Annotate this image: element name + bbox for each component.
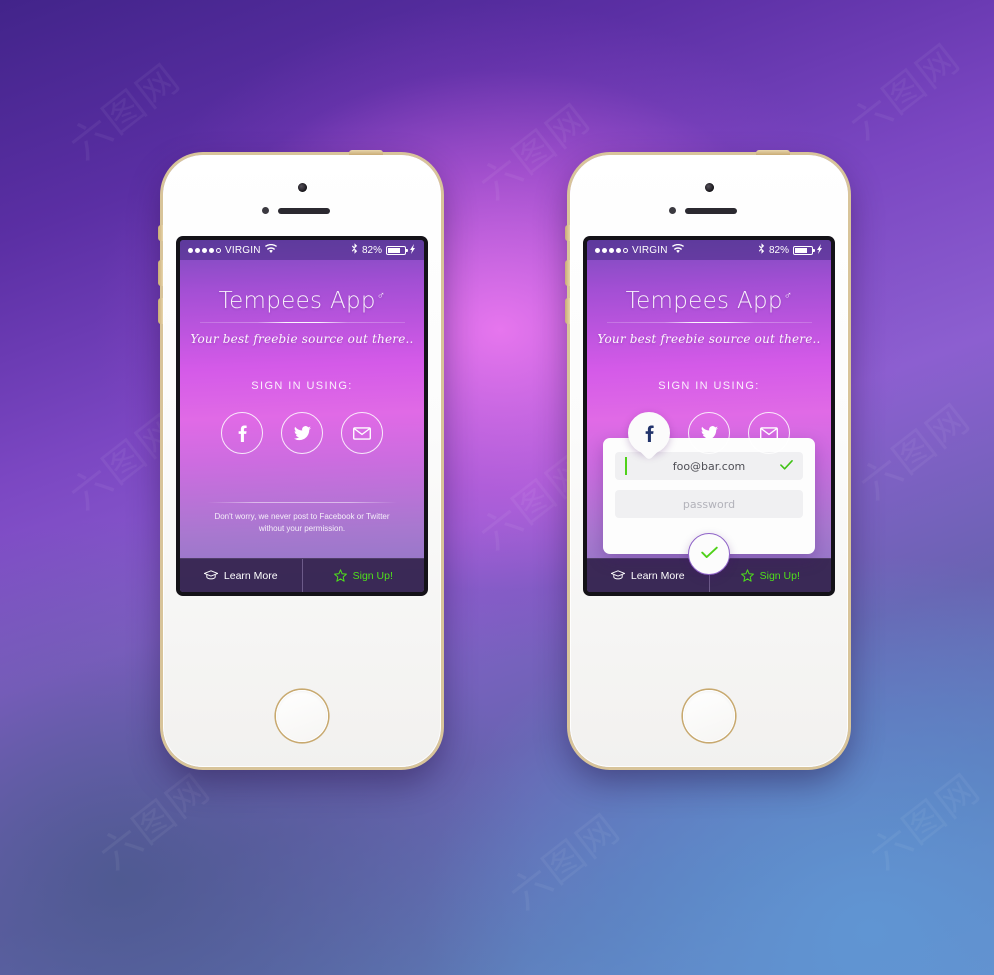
volume-up-button[interactable]: [158, 260, 163, 286]
volume-up-button[interactable]: [565, 260, 570, 286]
earpiece-speaker-icon: [278, 208, 330, 214]
signal-strength-icon: [188, 247, 221, 253]
graduation-cap-icon: [610, 570, 625, 581]
phone-device-right: VIRGIN 82% Tempees App♂ Your best freebi…: [565, 150, 848, 767]
sign-up-label: Sign Up!: [759, 569, 800, 582]
watermark: 六图网: [841, 35, 970, 150]
watermark: 六图网: [851, 395, 980, 510]
star-icon: [740, 569, 754, 582]
star-icon: [333, 569, 347, 582]
signin-screen-body: Tempees App♂ Your best freebie source ou…: [587, 260, 831, 575]
battery-percent-label: 82%: [768, 244, 789, 256]
phone-screen-left: VIRGIN 82% Tempees App♂ Your best freebi…: [180, 240, 424, 592]
app-title-superscript: ♂: [376, 289, 386, 303]
app-title-text: Tempees App: [625, 288, 783, 314]
title-divider: [199, 322, 405, 323]
disclaimer-line-2: without your permission.: [258, 524, 346, 533]
front-camera-icon: [704, 183, 714, 192]
silent-switch[interactable]: [565, 225, 570, 241]
social-login-row: [221, 412, 383, 454]
silent-switch[interactable]: [158, 225, 163, 241]
app-title-text: Tempees App: [218, 288, 376, 314]
watermark: 六图网: [61, 55, 190, 170]
battery-icon: [386, 245, 408, 255]
disclaimer-line-1: Don't worry, we never post to Facebook o…: [214, 512, 390, 521]
bluetooth-icon: [351, 243, 358, 257]
facebook-icon: [238, 424, 247, 442]
signin-screen-body: Tempees App♂ Your best freebie source ou…: [180, 260, 424, 558]
disclaimer-text: Don't worry, we never post to Facebook o…: [207, 511, 397, 535]
password-field-placeholder: password: [682, 497, 736, 511]
disclaimer-block: Don't worry, we never post to Facebook o…: [180, 502, 424, 535]
lightning-bolt-icon: [817, 243, 823, 257]
battery-icon: [793, 245, 815, 255]
signin-label: SIGN IN USING:: [251, 380, 353, 392]
status-bar: VIRGIN 82%: [180, 240, 424, 260]
carrier-label: VIRGIN: [225, 244, 261, 256]
status-bar: VIRGIN 82%: [587, 240, 831, 260]
app-title-superscript: ♂: [783, 289, 793, 303]
email-login-button[interactable]: [341, 412, 383, 454]
page-title: Tempees App♂: [219, 288, 386, 314]
phone-device-left: VIRGIN 82% Tempees App♂ Your best freebi…: [158, 150, 441, 767]
disclaimer-divider: [207, 502, 397, 503]
sign-up-tab[interactable]: Sign Up!: [301, 559, 425, 592]
phone-screen-right: VIRGIN 82% Tempees App♂ Your best freebi…: [587, 240, 831, 592]
email-login-button[interactable]: [748, 412, 790, 454]
bottom-tab-bar: Learn More Sign Up!: [180, 558, 424, 592]
wifi-icon: [671, 243, 684, 257]
power-button[interactable]: [349, 150, 383, 155]
check-icon: [780, 460, 793, 473]
proximity-sensor-icon: [262, 207, 269, 214]
earpiece-speaker-icon: [685, 208, 737, 214]
lightning-bolt-icon: [410, 243, 416, 257]
page-title: Tempees App♂: [626, 288, 793, 314]
password-field[interactable]: password: [615, 490, 803, 518]
learn-more-tab[interactable]: Learn More: [180, 559, 302, 592]
graduation-cap-icon: [203, 570, 218, 581]
learn-more-label: Learn More: [630, 569, 685, 582]
volume-down-button[interactable]: [565, 298, 570, 324]
front-camera-icon: [297, 183, 307, 192]
watermark: 六图网: [501, 805, 630, 920]
envelope-icon: [760, 426, 778, 440]
wifi-icon: [264, 243, 277, 257]
facebook-icon: [645, 424, 654, 442]
power-button[interactable]: [756, 150, 790, 155]
app-tagline: Your best freebie source out there..: [597, 332, 821, 346]
proximity-sensor-icon: [669, 207, 676, 214]
app-tagline: Your best freebie source out there..: [190, 332, 414, 346]
title-divider: [606, 322, 812, 323]
twitter-icon: [293, 425, 311, 441]
signal-strength-icon: [595, 247, 628, 253]
twitter-login-button[interactable]: [281, 412, 323, 454]
carrier-label: VIRGIN: [632, 244, 668, 256]
learn-more-label: Learn More: [223, 569, 278, 582]
volume-down-button[interactable]: [158, 298, 163, 324]
email-field[interactable]: foo@bar.com: [615, 452, 803, 480]
bluetooth-icon: [758, 243, 765, 257]
twitter-icon: [700, 425, 718, 441]
battery-percent-label: 82%: [361, 244, 382, 256]
twitter-login-button[interactable]: [688, 412, 730, 454]
watermark: 六图网: [861, 765, 990, 880]
home-button[interactable]: [276, 690, 328, 742]
background-stage: 六图网 六图网 六图网 六图网 六图网 六图网 六图网 六图网 六图网 VIRG…: [0, 0, 994, 975]
facebook-login-button[interactable]: [628, 412, 670, 454]
home-button[interactable]: [683, 690, 735, 742]
login-form-card: foo@bar.com password: [603, 438, 815, 575]
social-login-row: [628, 412, 790, 454]
email-field-value: foo@bar.com: [672, 459, 746, 473]
sign-up-label: Sign Up!: [352, 569, 393, 582]
check-icon: [700, 544, 718, 564]
watermark: 六图网: [91, 765, 220, 880]
signin-label: SIGN IN USING:: [658, 380, 760, 392]
envelope-icon: [353, 426, 371, 440]
submit-button[interactable]: [688, 533, 730, 575]
facebook-login-button[interactable]: [221, 412, 263, 454]
